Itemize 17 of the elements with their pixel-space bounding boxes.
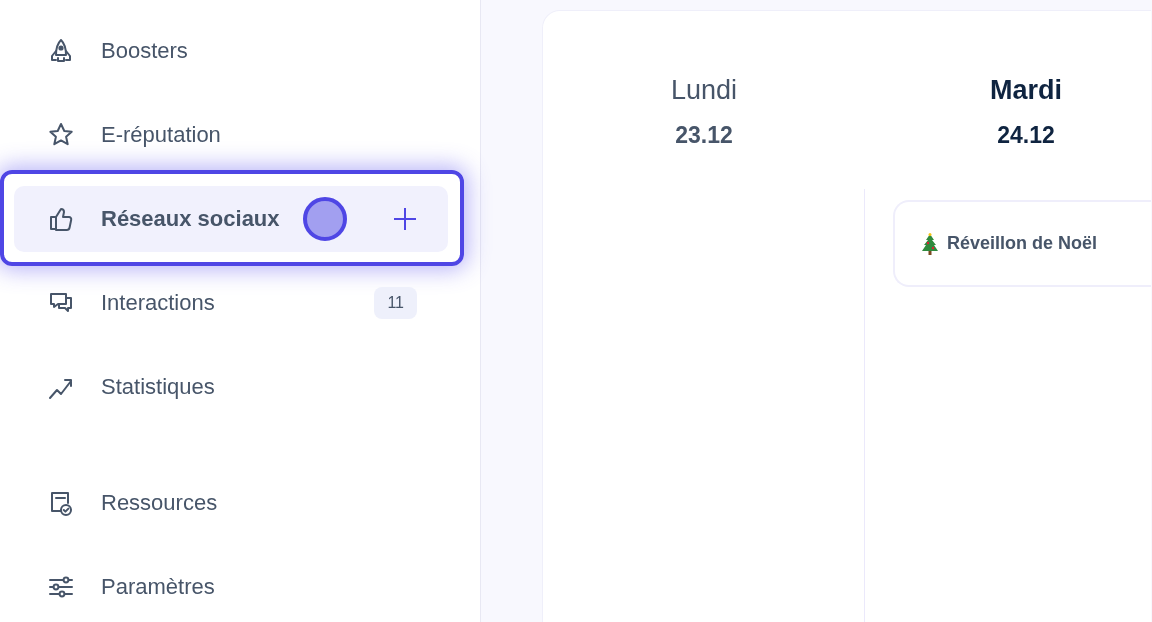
sidebar-item[interactable]: Paramètres [14, 554, 448, 620]
event-card[interactable]: Réveillon de Noël [893, 200, 1151, 287]
sidebar-item[interactable]: Ressources [14, 470, 448, 536]
thumbs-up-icon [47, 205, 75, 233]
day-date: 24.12 [997, 122, 1055, 149]
day-name: Lundi [670, 75, 738, 106]
sidebar-item[interactable]: Boosters [14, 18, 448, 84]
day-name: Mardi [990, 75, 1062, 106]
sidebar-item[interactable]: Réseaux sociaux [14, 186, 448, 252]
sidebar-item[interactable]: Interactions 11 [14, 270, 448, 336]
sidebar-item[interactable]: E-réputation [14, 102, 448, 168]
plus-icon[interactable] [393, 207, 417, 231]
event-title: Réveillon de Noël [947, 233, 1098, 254]
count-badge: 11 [374, 287, 417, 319]
sidebar-item[interactable]: Statistiques [14, 354, 448, 420]
day-date: 23.12 [675, 122, 733, 149]
tree-icon [921, 232, 939, 255]
